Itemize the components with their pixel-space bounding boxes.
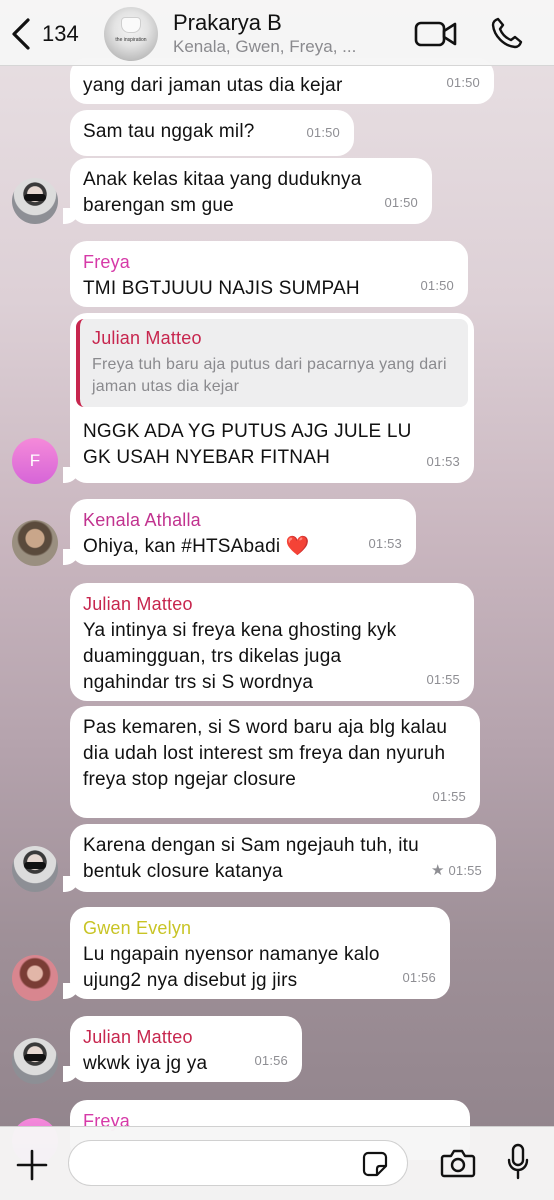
video-camera-icon[interactable] — [414, 18, 458, 50]
quoted-text: Freya tuh baru aja putus dari pacarnya y… — [92, 356, 447, 395]
group-avatar-text: the inspiration — [115, 37, 147, 43]
message-time: 01:50 — [384, 195, 418, 210]
group-avatar[interactable]: the inspiration — [104, 7, 158, 61]
sender-avatar[interactable] — [12, 520, 58, 566]
message-bubble[interactable]: Julian Matteo wkwk iya jg ya 01:56 — [63, 1016, 302, 1082]
sticker-icon[interactable] — [362, 1151, 388, 1177]
message-text: Pas kemaren, si S word baru aja blg kala… — [83, 717, 448, 790]
sender-avatar[interactable] — [12, 178, 58, 224]
sender-name[interactable]: Julian Matteo — [83, 1025, 288, 1049]
message-text: Ya intinya si freya kena ghosting kyk du… — [83, 620, 397, 693]
quoted-sender: Julian Matteo — [92, 328, 202, 348]
message-time: ★ 01:55 — [431, 858, 482, 884]
message-text: Anak kelas kitaa yang duduknya barengan … — [83, 169, 362, 216]
message-bubble[interactable]: Karena dengan si Sam ngejauh tuh, itu be… — [63, 824, 496, 892]
sender-avatar[interactable] — [12, 846, 58, 892]
message-bubble[interactable]: Pas kemaren, si S word baru aja blg kala… — [70, 706, 480, 818]
message-text: wkwk iya jg ya — [83, 1053, 208, 1074]
quoted-reply[interactable]: Julian Matteo Freya tuh baru aja putus d… — [76, 319, 468, 407]
phone-icon[interactable] — [490, 16, 524, 50]
sender-avatar[interactable] — [12, 1038, 58, 1084]
microphone-icon[interactable] — [506, 1143, 530, 1181]
message-bubble[interactable]: Sam tau nggak mil? 01:50 — [70, 110, 354, 156]
message-time-value: 01:55 — [448, 863, 482, 878]
message-text: Lu ngapain nyensor namanye kalo ujung2 n… — [83, 944, 380, 991]
message-text: yang dari jaman utas dia kejar — [83, 75, 343, 96]
camera-icon[interactable] — [440, 1147, 476, 1179]
message-time: 01:50 — [446, 75, 480, 90]
message-time: 01:56 — [402, 970, 436, 985]
group-members[interactable]: Kenala, Gwen, Freya, ... — [173, 37, 403, 57]
message-text: NGGK ADA YG PUTUS AJG JULE LU GK USAH NY… — [83, 421, 412, 468]
message-time: 01:50 — [306, 125, 340, 140]
message-time: 01:56 — [254, 1053, 288, 1068]
message-time: 01:53 — [368, 536, 402, 551]
sender-avatar[interactable] — [12, 955, 58, 1001]
back-button[interactable]: 134 — [10, 16, 96, 52]
message-text: TMI BGTJUUU NAJIS SUMPAH — [83, 278, 360, 299]
sender-name[interactable]: Gwen Evelyn — [83, 916, 436, 940]
message-text: Ohiya, kan #HTSAbadi ❤️ — [83, 536, 310, 557]
sender-name[interactable]: Freya — [83, 250, 454, 274]
plus-icon[interactable] — [14, 1147, 50, 1183]
message-time: 01:50 — [420, 278, 454, 293]
sender-name[interactable]: Julian Matteo — [83, 592, 460, 616]
message-bubble[interactable]: Julian Matteo Freya tuh baru aja putus d… — [63, 313, 474, 483]
message-bubble[interactable]: Freya TMI BGTJUUU NAJIS SUMPAH 01:50 — [70, 241, 468, 307]
sender-name[interactable]: Kenala Athalla — [83, 508, 402, 532]
message-bubble[interactable]: Anak kelas kitaa yang duduknya barengan … — [63, 158, 432, 224]
group-title[interactable]: Prakarya B — [173, 10, 282, 36]
star-icon: ★ — [430, 862, 445, 879]
message-bubble[interactable]: Gwen Evelyn Lu ngapain nyensor namanye k… — [63, 907, 450, 999]
unread-count: 134 — [42, 21, 79, 46]
message-text: Karena dengan si Sam ngejauh tuh, itu be… — [83, 835, 419, 882]
chat-header: 134 the inspiration Prakarya B Kenala, G… — [0, 0, 554, 66]
avatar-initial: F — [29, 451, 41, 470]
chevron-left-icon — [12, 18, 30, 50]
group-avatar-image — [121, 17, 141, 33]
sender-avatar[interactable]: F — [12, 438, 58, 484]
message-bubble[interactable]: Kenala Athalla Ohiya, kan #HTSAbadi ❤️ 0… — [63, 499, 416, 565]
message-input[interactable] — [68, 1140, 408, 1186]
message-text: Sam tau nggak mil? — [83, 121, 255, 142]
message-time: 01:53 — [426, 454, 460, 469]
message-time: 01:55 — [432, 789, 466, 804]
message-time: 01:55 — [426, 672, 460, 687]
composer-bar — [0, 1126, 554, 1200]
message-bubble[interactable]: Julian Matteo Ya intinya si freya kena g… — [70, 583, 474, 701]
